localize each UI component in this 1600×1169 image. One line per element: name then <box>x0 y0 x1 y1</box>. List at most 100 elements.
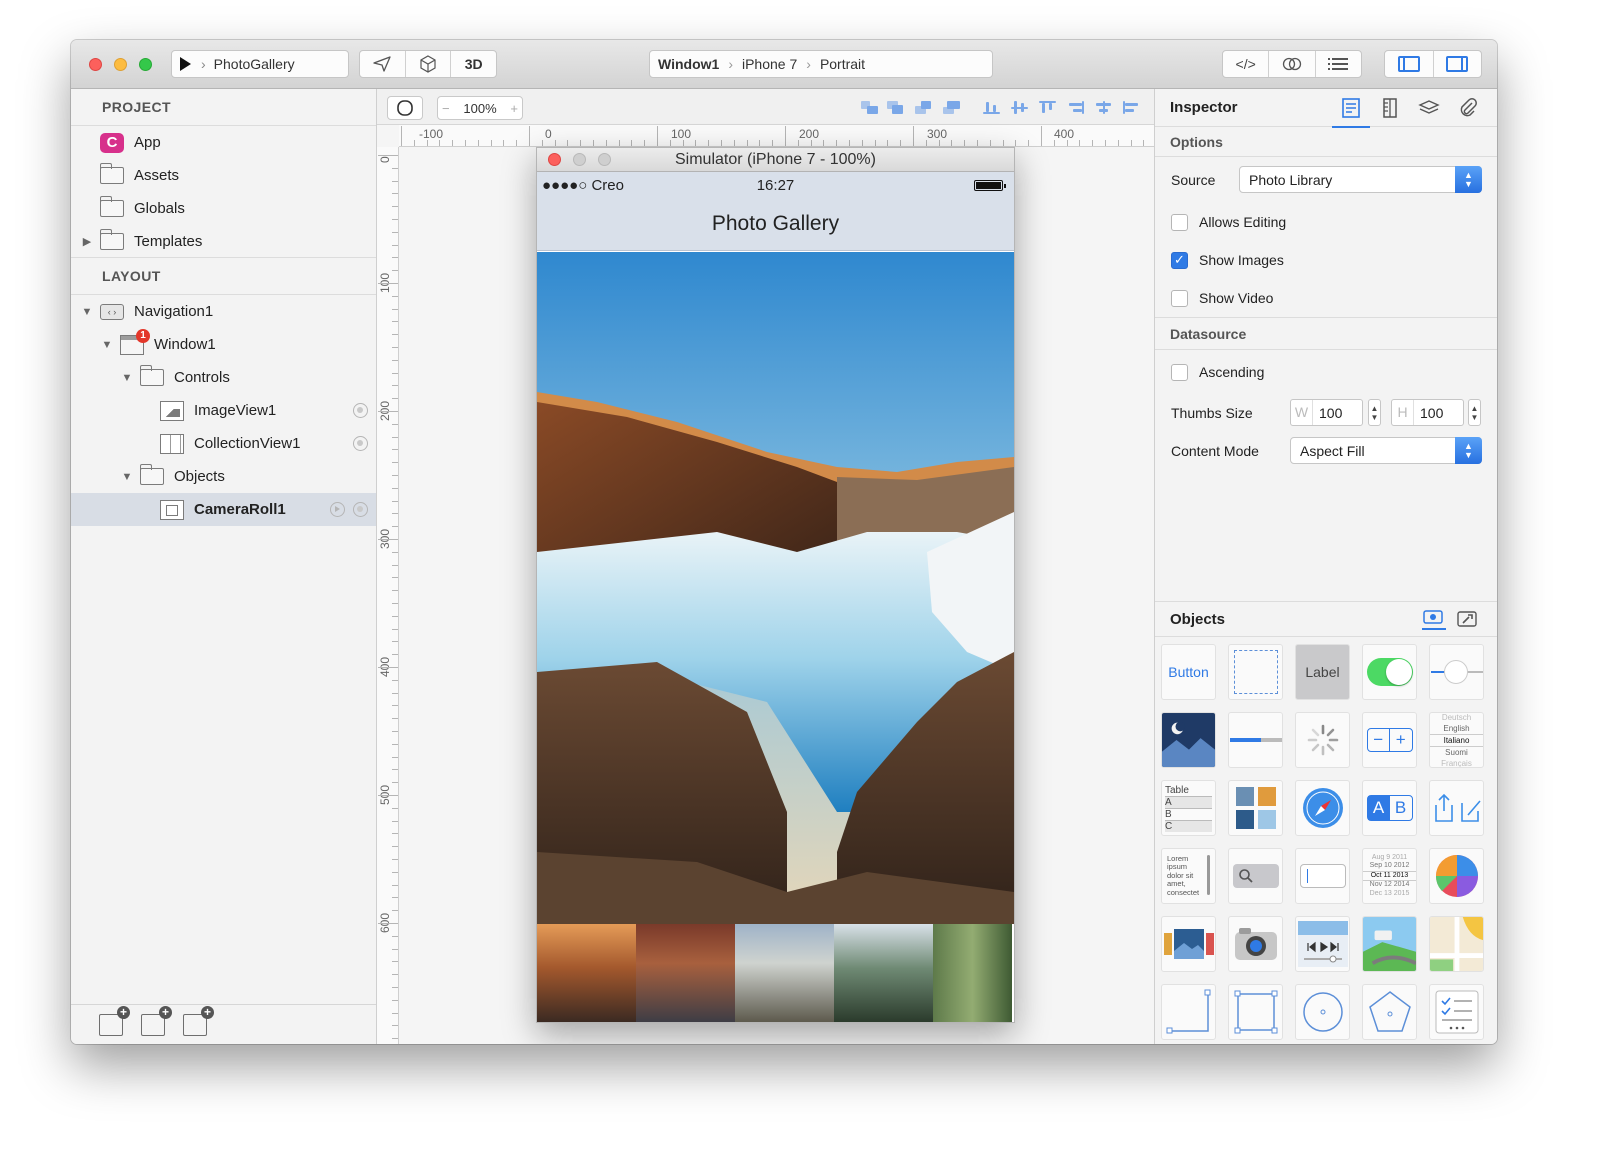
object-segmented-control[interactable]: AB <box>1362 780 1417 836</box>
object-label[interactable]: Label <box>1295 644 1350 700</box>
minimize-window-button[interactable] <box>114 58 127 71</box>
gallery-hero-image[interactable] <box>537 252 1014 924</box>
object-textfield[interactable] <box>1295 848 1350 904</box>
object-line-shape[interactable] <box>1161 984 1216 1040</box>
target-icon[interactable] <box>353 502 368 517</box>
layout-item-navigation1[interactable]: ▼ ‹ › Navigation1 <box>71 295 376 328</box>
align-bottom-icon[interactable] <box>983 101 1000 114</box>
run-scheme-selector[interactable]: › PhotoGallery <box>171 50 349 78</box>
object-checklist[interactable] <box>1429 984 1484 1040</box>
thumbnail-image[interactable] <box>933 924 1012 1022</box>
source-popup[interactable]: Photo Library ▲ ▼ <box>1239 166 1482 193</box>
breadcrumb-device[interactable]: iPhone 7 <box>742 56 797 72</box>
object-chart[interactable] <box>1429 848 1484 904</box>
thumbnail-image[interactable] <box>537 924 636 1022</box>
simulator-window[interactable]: Simulator (iPhone 7 - 100%) ●●●●○ Creo 1… <box>536 147 1015 1023</box>
project-item-templates[interactable]: ▶ Templates <box>71 225 376 258</box>
thumbs-width-field[interactable]: W 100 <box>1290 399 1363 426</box>
object-polygon-shape[interactable] <box>1362 984 1417 1040</box>
design-canvas[interactable]: − 100% + -100 0 100 200 300 400 0 100 20… <box>377 89 1154 1044</box>
object-activity-indicator[interactable] <box>1295 712 1350 768</box>
simulator-close-button[interactable] <box>548 153 561 166</box>
arrange-front-icon[interactable] <box>861 101 878 114</box>
layout-item-collectionview1[interactable]: CollectionView1 <box>71 427 376 460</box>
object-button[interactable]: Button <box>1161 644 1216 700</box>
add-folder-button[interactable] <box>99 1005 130 1036</box>
thumbnail-image[interactable] <box>834 924 933 1022</box>
zoom-out-button[interactable]: − <box>442 101 450 116</box>
allows-editing-checkbox[interactable] <box>1171 213 1188 231</box>
object-carousel[interactable] <box>1161 916 1216 972</box>
play-circle-icon[interactable] <box>330 502 345 517</box>
disclosure-down-icon[interactable]: ▼ <box>120 372 134 384</box>
layout-item-objects[interactable]: ▼ Objects <box>71 460 376 493</box>
tab-object-library[interactable] <box>1422 608 1446 630</box>
layout-item-imageview1[interactable]: ImageView1 <box>71 394 376 427</box>
zoom-in-button[interactable]: + <box>510 101 518 116</box>
list-view-button[interactable] <box>1316 51 1361 77</box>
show-images-row[interactable]: ✓ Show Images <box>1155 241 1497 279</box>
object-view[interactable] <box>1228 644 1283 700</box>
tab-attachments[interactable] <box>1457 97 1479 119</box>
object-rectangle-shape[interactable] <box>1228 984 1283 1040</box>
disclosure-down-icon[interactable]: ▼ <box>100 339 114 351</box>
play-icon[interactable] <box>180 57 191 71</box>
object-webview[interactable] <box>1295 780 1350 836</box>
add-navigation-button[interactable] <box>141 1005 172 1036</box>
project-item-globals[interactable]: Globals <box>71 192 376 225</box>
object-mapview[interactable] <box>1362 916 1417 972</box>
thumbnail-image[interactable] <box>636 924 735 1022</box>
align-left-icon[interactable] <box>1123 101 1140 114</box>
zoom-window-button[interactable] <box>139 58 152 71</box>
object-textview[interactable]: Lorem ipsum dolor sit amet, consectet <box>1161 848 1216 904</box>
object-switch[interactable] <box>1362 644 1417 700</box>
tab-ruler[interactable] <box>1379 97 1401 119</box>
object-collectionview[interactable] <box>1228 780 1283 836</box>
object-slider[interactable] <box>1429 644 1484 700</box>
layout-item-controls[interactable]: ▼ Controls <box>71 361 376 394</box>
show-images-checkbox[interactable]: ✓ <box>1171 251 1188 269</box>
ascending-row[interactable]: Ascending <box>1155 350 1497 394</box>
object-tableview[interactable]: Table A B C <box>1161 780 1216 836</box>
object-datepicker[interactable]: Aug 9 2011 Sep 10 2012 Oct 11 2013 Nov 1… <box>1362 848 1417 904</box>
toggle-right-panel-button[interactable] <box>1434 51 1482 77</box>
allows-editing-row[interactable]: Allows Editing <box>1155 203 1497 241</box>
send-button[interactable] <box>360 51 406 77</box>
simulator-minimize-button[interactable] <box>573 153 586 166</box>
project-item-app[interactable]: C App <box>71 126 376 159</box>
tab-attributes[interactable] <box>1332 97 1370 128</box>
align-vertical-center-icon[interactable] <box>1011 101 1028 114</box>
align-right-icon[interactable] <box>1067 101 1084 114</box>
object-searchbar[interactable] <box>1228 848 1283 904</box>
thumbnail-image[interactable] <box>735 924 834 1022</box>
show-video-checkbox[interactable] <box>1171 289 1188 307</box>
breadcrumb-window[interactable]: Window1 <box>658 56 719 72</box>
ascending-checkbox[interactable] <box>1171 363 1188 381</box>
show-video-row[interactable]: Show Video <box>1155 279 1497 317</box>
project-item-assets[interactable]: Assets <box>71 159 376 192</box>
target-icon[interactable] <box>353 436 368 451</box>
target-icon[interactable] <box>353 403 368 418</box>
simulator-zoom-button[interactable] <box>598 153 611 166</box>
object-imageview[interactable] <box>1161 712 1216 768</box>
thumbs-width-stepper[interactable]: ▲ ▼ <box>1368 399 1381 426</box>
mode-3d-button[interactable]: 3D <box>451 51 496 77</box>
layout-item-cameraroll1[interactable]: CameraRoll1 <box>71 493 376 526</box>
thumbs-height-stepper[interactable]: ▲ ▼ <box>1468 399 1481 426</box>
object-picker[interactable]: Deutsch English Italiano Suomi Français <box>1429 712 1484 768</box>
object-progress[interactable] <box>1228 712 1283 768</box>
disclosure-down-icon[interactable]: ▼ <box>80 306 94 318</box>
object-camera[interactable] <box>1228 916 1283 972</box>
tab-layers[interactable] <box>1418 97 1440 119</box>
code-view-button[interactable]: </> <box>1223 51 1270 77</box>
tab-tools[interactable] <box>1456 610 1478 628</box>
toggle-left-panel-button[interactable] <box>1385 51 1434 77</box>
align-top-icon[interactable] <box>1039 101 1056 114</box>
arrange-back-icon[interactable] <box>943 101 960 114</box>
preview-button[interactable] <box>1269 51 1316 77</box>
object-oval-shape[interactable] <box>1295 984 1350 1040</box>
disclosure-down-icon[interactable]: ▼ <box>120 471 134 483</box>
cube-button[interactable] <box>406 51 452 77</box>
layout-item-window1[interactable]: ▼ 1 Window1 <box>71 328 376 361</box>
arrange-backward-icon[interactable] <box>915 101 932 114</box>
